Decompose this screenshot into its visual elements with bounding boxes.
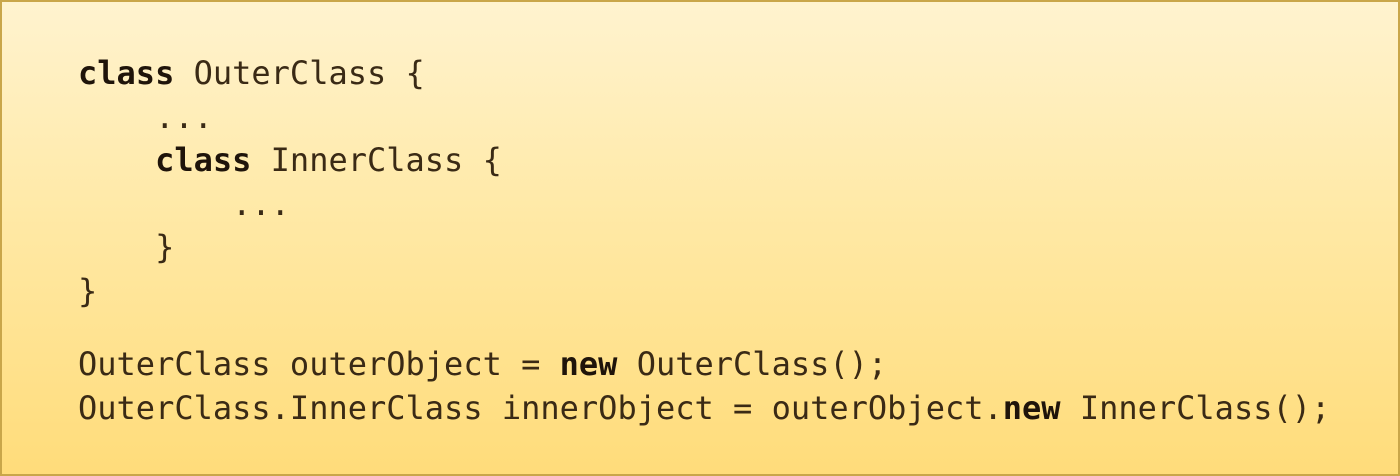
code-text: OuterClass outerObject = [78,345,560,383]
code-panel: class OuterClass { ... class InnerClass … [0,0,1400,476]
code-line-1: class OuterClass { [78,52,1330,96]
code-line-6: } [78,270,1330,314]
keyword-class: class [155,141,252,179]
code-text: InnerClass { [251,141,502,179]
keyword-class: class [78,54,175,92]
code-text: OuterClass { [174,54,425,92]
code-line-2: ... [78,96,1330,140]
code-text: ... [155,97,213,136]
code-text: } [78,271,98,310]
code-text: } [155,228,175,266]
code-line-4: ... [78,183,1330,227]
code-text: OuterClass.InnerClass innerObject = oute… [78,388,1003,427]
keyword-new: new [1002,388,1061,427]
code-line-8: OuterClass.InnerClass innerObject = oute… [78,387,1330,431]
code-line-5: } [78,226,1330,270]
keyword-new: new [559,345,618,383]
code-line-3: class InnerClass { [78,139,1330,183]
code-text: InnerClass(); [1060,388,1331,427]
code-block: class OuterClass { ... class InnerClass … [78,52,1330,430]
code-text: OuterClass(); [617,345,888,383]
code-line-7: OuterClass outerObject = new OuterClass(… [78,343,1330,387]
code-text: ... [232,184,290,223]
